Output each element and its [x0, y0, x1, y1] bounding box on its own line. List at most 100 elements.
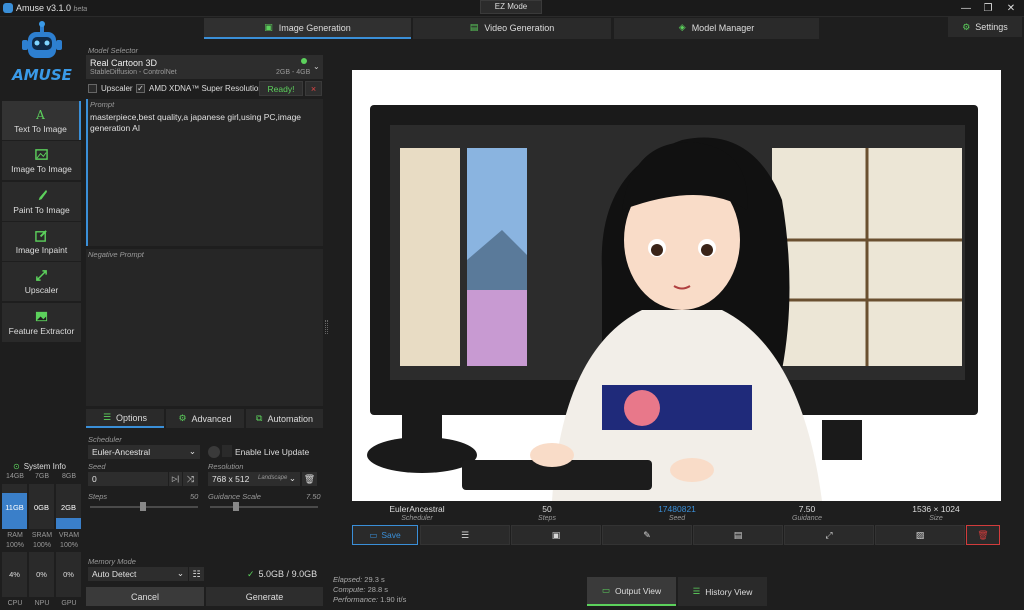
guidance-slider-handle[interactable]: [233, 502, 239, 511]
send-to-image-button[interactable]: ▣: [511, 525, 601, 545]
generate-button[interactable]: Generate: [206, 587, 323, 606]
chevron-down-icon: ⌄: [188, 446, 196, 456]
save-icon: ▭: [369, 529, 378, 540]
film-icon: ▤: [733, 529, 743, 540]
live-update-toggle[interactable]: [208, 446, 220, 458]
model-pipeline: StableDiffusion - ControlNet: [90, 69, 177, 76]
cancel-button[interactable]: Cancel: [86, 587, 204, 606]
send-to-feature-button[interactable]: ▨: [875, 525, 965, 545]
expand-icon: [36, 269, 47, 281]
toggle-track: [222, 445, 232, 457]
result-size: 1536 × 1024: [912, 504, 960, 514]
step-forward-icon: ▷|: [171, 476, 180, 483]
result-seed[interactable]: 17480821: [612, 504, 742, 514]
shuffle-icon: ⤨: [186, 473, 195, 484]
sidebar-item-paint-to-image[interactable]: Paint To Image: [2, 182, 81, 221]
tab-advanced[interactable]: ⚙ Advanced: [166, 409, 244, 428]
send-to-upscaler-button[interactable]: ⤢: [784, 525, 874, 545]
sidebar-label: Image Inpaint: [15, 244, 68, 255]
gear-icon: ⚙: [962, 21, 971, 32]
settings-button[interactable]: ⚙ Settings: [948, 17, 1022, 37]
ram-used: 11GB: [5, 503, 24, 512]
system-info-panel: 14GB 7GB 8GB 11GB 0GB 2GB RAM SRAM VRAM …: [2, 473, 82, 610]
restore-icon[interactable]: ❐: [977, 0, 999, 16]
reset-resolution-button[interactable]: 🗑: [302, 472, 317, 486]
image-icon: ▣: [551, 529, 561, 540]
result-scheduler: EulerAncestral: [389, 504, 445, 514]
app-title: Amuse v3.1.0 beta: [16, 3, 88, 13]
history-view-button[interactable]: ☰ History View: [678, 577, 767, 606]
upscaler-checkbox[interactable]: Upscaler: [88, 84, 133, 93]
scheduler-value: Euler-Ancestral: [92, 447, 151, 457]
vram-label: VRAM: [58, 532, 80, 539]
model-dropdown[interactable]: Real Cartoon 3D StableDiffusion - Contro…: [86, 55, 323, 79]
guidance-value: 7.50: [306, 492, 321, 501]
output-view-label: Output View: [614, 585, 662, 596]
resolution-dropdown[interactable]: 768 x 512 Landscape ⌄: [208, 472, 300, 486]
sidebar-item-image-inpaint[interactable]: Image Inpaint: [2, 222, 81, 261]
trash-icon: 🗑: [977, 529, 989, 540]
tab-image-generation[interactable]: ▣ Image Generation: [204, 18, 411, 39]
sidebar-item-image-to-image[interactable]: Image To Image: [2, 141, 81, 180]
gear-icon: ⚙: [178, 413, 187, 423]
svg-text:AMUSE: AMUSE: [11, 66, 73, 84]
send-to-video-button[interactable]: ▤: [693, 525, 783, 545]
npu-usage: 0%: [36, 570, 47, 579]
generation-stats: Elapsed: 29.3 s Compute: 28.8 s Performa…: [333, 575, 406, 605]
sram-capacity: 7GB: [34, 473, 49, 480]
output-view-button[interactable]: ▭ Output View: [587, 577, 676, 606]
scheduler-dropdown[interactable]: Euler-Ancestral ⌄: [88, 445, 200, 459]
chip-icon: ⊙: [13, 462, 20, 471]
send-to-paint-button[interactable]: ✎: [602, 525, 692, 545]
sidebar-item-feature-extractor[interactable]: Feature Extractor: [2, 303, 81, 342]
steps-slider[interactable]: [90, 502, 198, 511]
unload-model-button[interactable]: ×: [305, 81, 322, 96]
tab-automation[interactable]: ⧉ Automation: [246, 409, 323, 428]
title-bar: Amuse v3.1.0 beta EZ Mode — ❐ ✕: [0, 0, 1024, 17]
picture-icon: [35, 311, 48, 321]
tab-label: Automation: [267, 413, 313, 424]
sidebar-label: Image To Image: [11, 163, 72, 174]
ram-gauge: 11GB: [2, 484, 27, 529]
text-lines-icon: ☰: [460, 529, 470, 540]
delete-button[interactable]: 🗑: [966, 525, 1000, 545]
ready-button[interactable]: Ready!: [259, 81, 303, 96]
steps-slider-handle[interactable]: [140, 502, 146, 511]
sram-gauge: 0GB: [29, 484, 54, 529]
guidance-slider[interactable]: [210, 502, 318, 511]
sidebar-item-upscaler[interactable]: Upscaler: [2, 262, 81, 301]
close-icon[interactable]: ✕: [1000, 0, 1022, 16]
minimize-icon[interactable]: —: [955, 0, 977, 16]
copy-prompt-button[interactable]: ☰: [420, 525, 510, 545]
tab-video-generation[interactable]: ▤ Video Generation: [413, 18, 611, 39]
prompt-text: masterpiece,best quality,a japanese girl…: [90, 112, 302, 133]
ez-mode-button[interactable]: EZ Mode: [480, 0, 542, 14]
history-view-label: History View: [705, 586, 753, 597]
negative-prompt-input[interactable]: Negative Prompt: [86, 249, 323, 406]
expand-icon: ⤢: [825, 529, 833, 540]
npu-label: NPU: [34, 600, 50, 607]
result-guidance: 7.50: [798, 504, 816, 514]
seed-next-button[interactable]: ▷|: [169, 472, 182, 486]
seed-random-button[interactable]: ⤨: [183, 472, 198, 486]
tab-label: Image Generation: [278, 22, 351, 33]
memory-settings-button[interactable]: ☷: [189, 567, 204, 581]
sidebar-label: Upscaler: [24, 284, 59, 295]
elapsed-label: Elapsed:: [333, 575, 363, 584]
picture-icon: ▨: [915, 529, 925, 540]
tab-options[interactable]: ☰ Options: [86, 409, 164, 428]
model-name: Real Cartoon 3D: [90, 58, 158, 68]
splitter-handle[interactable]: [325, 320, 328, 334]
xdna-checkbox[interactable]: ✓ AMD XDNA™ Super Resolution: [136, 84, 263, 93]
tab-model-manager[interactable]: ◈ Model Manager: [614, 18, 819, 39]
sliders-icon: ☷: [192, 568, 201, 579]
memory-mode-dropdown[interactable]: Auto Detect ⌄: [88, 567, 188, 581]
tab-label: Model Manager: [691, 22, 755, 33]
prompt-input[interactable]: Prompt masterpiece,best quality,a japane…: [86, 99, 323, 246]
prompt-label: Prompt: [90, 100, 115, 109]
sidebar-item-text-to-image[interactable]: A Text To Image: [2, 101, 81, 140]
save-button[interactable]: ▭ Save: [352, 525, 418, 545]
seed-input[interactable]: 0: [88, 472, 168, 486]
robot-icon: ⧉: [256, 413, 263, 423]
checkmark-icon: ✓: [136, 84, 145, 93]
